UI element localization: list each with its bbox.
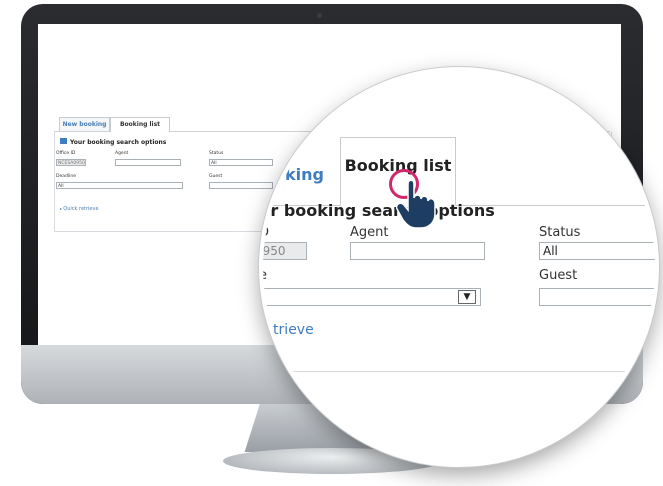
- camera-icon: [317, 13, 322, 18]
- zoom-quick-retrieve-link[interactable]: retrieve: [263, 322, 314, 338]
- agent-label: Agent: [115, 151, 129, 156]
- panel-icon: [60, 138, 67, 144]
- zoom-guest-field[interactable]: [539, 288, 655, 306]
- tab-booking-list[interactable]: Booking list: [110, 117, 170, 132]
- zoom-tab-new-booking[interactable]: king: [263, 145, 340, 205]
- deadline-label: Deadline: [56, 174, 76, 179]
- office-id-label: Office ID: [56, 151, 76, 156]
- zoom-status-select[interactable]: All: [539, 242, 655, 260]
- zoom-office-id-field: 0950: [263, 242, 307, 260]
- zoom-search-options-title: ur booking search options: [259, 201, 495, 220]
- chevron-down-icon[interactable]: ▼: [458, 290, 476, 304]
- magnifier: king Booking list ur booking search opti…: [259, 67, 659, 467]
- zoom-guest-label: Guest: [539, 268, 578, 283]
- status-label: Status: [209, 151, 224, 156]
- zoom-deadline-label: e: [259, 268, 267, 283]
- search-options-title: Your booking search options: [70, 139, 167, 146]
- guest-label: Guest: [209, 174, 223, 179]
- deadline-select[interactable]: All: [56, 182, 183, 189]
- hand-pointer-icon: [396, 179, 436, 229]
- agent-field[interactable]: [115, 159, 181, 166]
- office-id-field: NCESA0950: [56, 159, 86, 166]
- zoom-panel-divider: [263, 371, 655, 372]
- quick-retrieve-link[interactable]: ▸ Quick retrieve: [60, 206, 99, 212]
- zoom-deadline-select[interactable]: [263, 288, 481, 306]
- tab-new-booking[interactable]: New booking: [59, 117, 110, 131]
- zoom-agent-field[interactable]: [350, 242, 485, 260]
- zoom-status-label: Status: [539, 225, 581, 240]
- zoom-agent-label: Agent: [350, 225, 389, 240]
